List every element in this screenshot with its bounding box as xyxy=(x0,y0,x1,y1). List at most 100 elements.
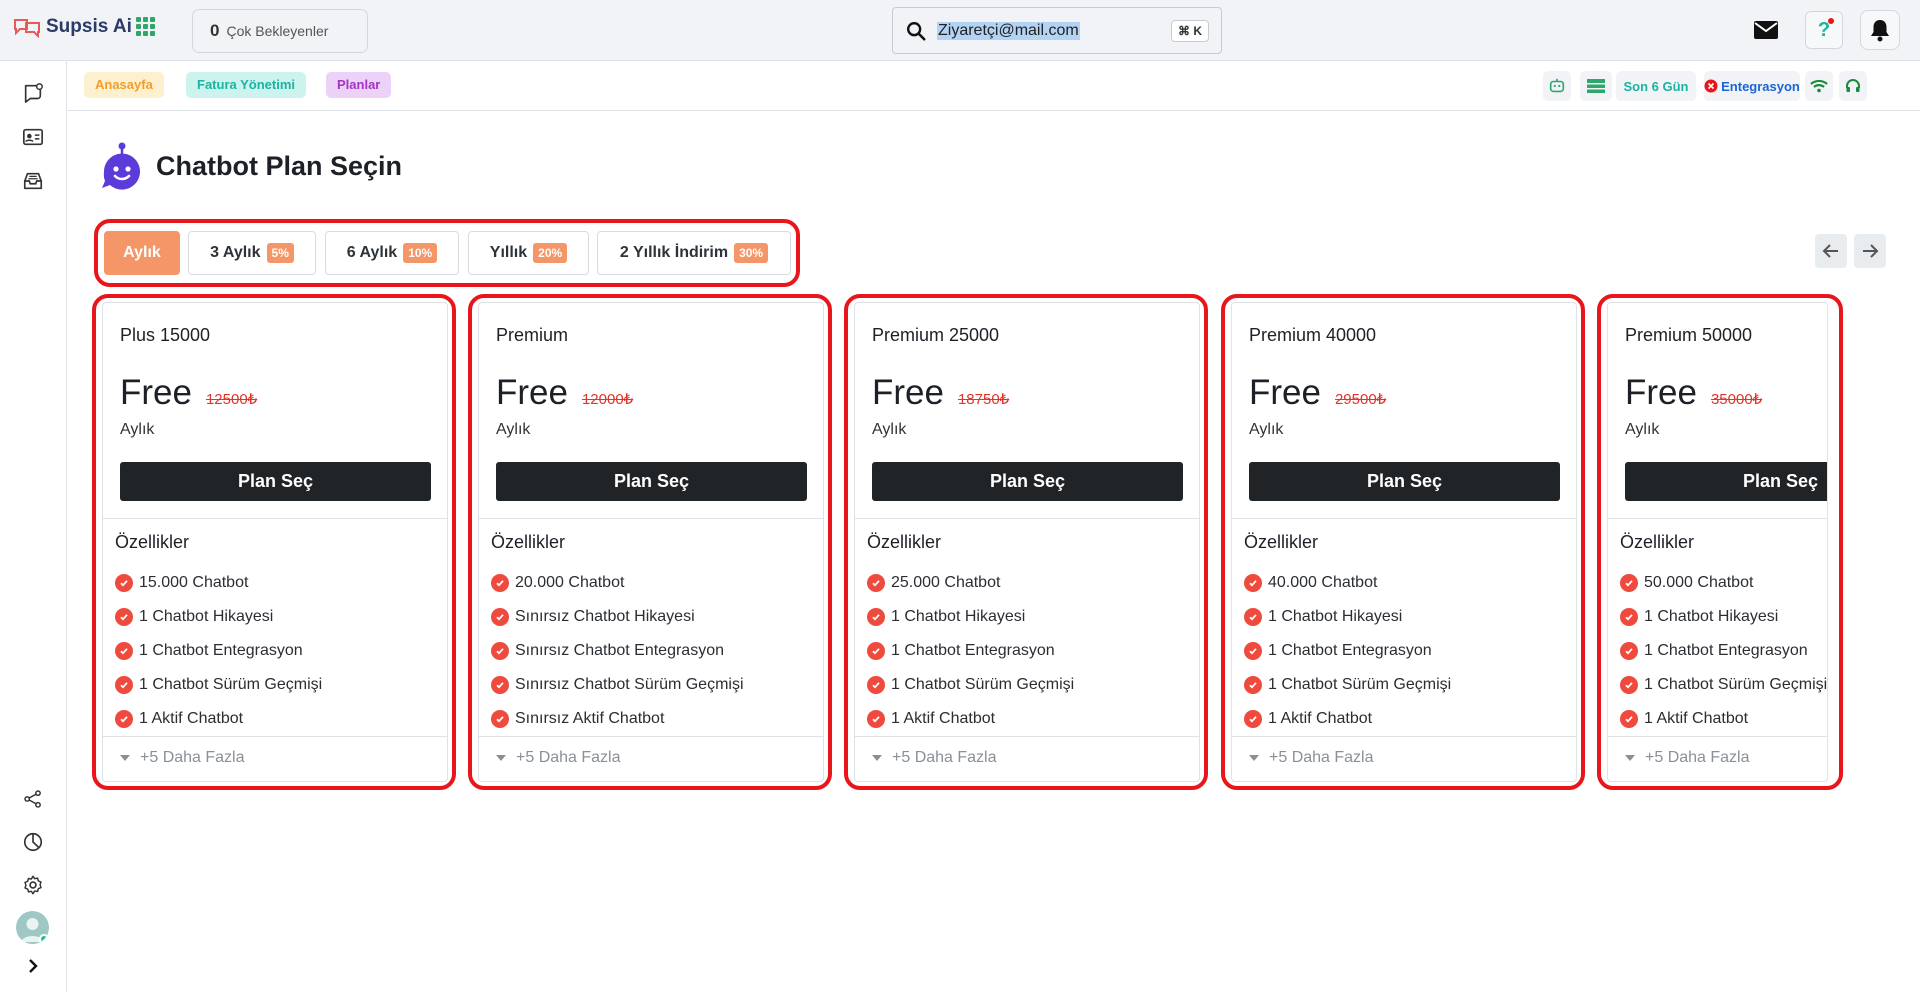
features-title: Özellikler xyxy=(1620,532,1695,552)
check-circle-icon xyxy=(115,608,133,626)
tab-3-months[interactable]: 3 Aylık 5% xyxy=(188,231,316,275)
tab-label: 3 Aylık xyxy=(210,244,261,261)
caret-down-icon xyxy=(496,755,506,761)
tab-2-years[interactable]: 2 Yıllık İndirim 30% xyxy=(597,231,791,275)
feature-text: 1 Chatbot Entegrasyon xyxy=(1268,642,1432,659)
avatar[interactable] xyxy=(16,911,49,944)
check-circle-icon xyxy=(1244,676,1262,694)
check-circle-icon xyxy=(1620,710,1638,728)
bot-status-icon[interactable] xyxy=(1543,71,1571,101)
select-plan-button[interactable]: Plan Seç xyxy=(872,462,1183,501)
chat-icon[interactable] xyxy=(20,80,46,106)
scroll-left-button[interactable] xyxy=(1815,234,1847,268)
pie-chart-icon[interactable] xyxy=(20,829,46,855)
plan-card: Premium 40000 Free 29500₺ Aylık Plan Seç Özel… xyxy=(1231,302,1577,782)
plan-name: Premium 25000 xyxy=(872,325,1000,345)
feature-item: 1 Chatbot Hikayesi xyxy=(115,600,322,634)
headset-icon[interactable] xyxy=(1839,71,1867,101)
show-more-button[interactable]: +5 Daha Fazla xyxy=(120,749,245,767)
check-circle-icon xyxy=(867,574,885,592)
breadcrumb-plans[interactable]: Planlar xyxy=(326,72,392,98)
apps-grid-icon[interactable] xyxy=(136,17,155,36)
expand-sidebar-icon[interactable] xyxy=(20,953,46,979)
scroll-right-button[interactable] xyxy=(1854,234,1886,268)
feature-item: Sınırsız Chatbot Entegrasyon xyxy=(491,634,744,668)
feature-text: 1 Aktif Chatbot xyxy=(891,710,996,727)
feature-text: 25.000 Chatbot xyxy=(891,574,1001,591)
divider xyxy=(1608,518,1827,519)
price-value: Free xyxy=(496,373,568,412)
integration-status[interactable]: Entegrasyon xyxy=(1704,71,1800,101)
show-more-button[interactable]: +5 Daha Fazla xyxy=(1625,749,1750,767)
help-button[interactable]: ? xyxy=(1805,11,1843,49)
pending-count: 0 xyxy=(210,21,220,40)
plan-price: Free 29500₺ xyxy=(1249,373,1386,413)
check-circle-icon xyxy=(115,676,133,694)
check-circle-icon xyxy=(491,608,509,626)
breadcrumb-billing[interactable]: Fatura Yönetimi xyxy=(186,72,307,98)
period-filter[interactable]: Son 6 Gün xyxy=(1616,71,1696,101)
select-plan-button[interactable]: Plan Seç xyxy=(1249,462,1560,501)
search-shortcut: ⌘ K xyxy=(1171,20,1209,42)
plan-card: Premium 25000 Free 18750₺ Aylık Plan Seç Özel… xyxy=(854,302,1200,782)
show-more-label: +5 Daha Fazla xyxy=(1645,749,1750,766)
check-circle-icon xyxy=(1620,642,1638,660)
inbox-icon[interactable] xyxy=(20,168,46,194)
feature-item: Sınırsız Chatbot Hikayesi xyxy=(491,600,744,634)
plan-card: Premium Free 12000₺ Aylık Plan Seç Özellikler… xyxy=(478,302,824,782)
list-icon[interactable] xyxy=(1580,71,1612,101)
plan-period: Aylık xyxy=(1249,421,1284,438)
price-value: Free xyxy=(1625,373,1697,412)
select-plan-button[interactable]: Plan Seç xyxy=(1625,462,1827,501)
feature-text: Sınırsız Chatbot Hikayesi xyxy=(515,608,695,625)
app-logo[interactable]: Supsis Ai xyxy=(12,16,132,38)
search-icon xyxy=(907,21,926,41)
breadcrumb-home[interactable]: Anasayfa xyxy=(84,72,164,98)
feature-item: 15.000 Chatbot xyxy=(115,566,322,600)
old-price: 35000₺ xyxy=(1710,391,1763,408)
tab-monthly[interactable]: Aylık xyxy=(104,231,180,275)
plan-period: Aylık xyxy=(1625,421,1660,438)
contact-card-icon[interactable] xyxy=(20,124,46,150)
discount-badge: 5% xyxy=(266,243,294,263)
chatbot-icon xyxy=(102,142,140,190)
bell-icon[interactable] xyxy=(1860,10,1900,50)
feature-text: Sınırsız Chatbot Entegrasyon xyxy=(515,642,724,659)
show-more-label: +5 Daha Fazla xyxy=(140,749,245,766)
caret-down-icon xyxy=(1249,755,1259,761)
mail-icon[interactable] xyxy=(1751,16,1781,44)
feature-text: Sınırsız Aktif Chatbot xyxy=(515,710,665,727)
feature-text: 1 Chatbot Sürüm Geçmişi xyxy=(1644,676,1828,693)
tab-yearly[interactable]: Yıllık 20% xyxy=(468,231,589,275)
plan-price: Free 12500₺ xyxy=(120,373,257,413)
check-circle-icon xyxy=(115,710,133,728)
feature-text: 1 Aktif Chatbot xyxy=(1644,710,1749,727)
search-input[interactable]: Ziyaretçi@mail.com ⌘ K xyxy=(892,7,1222,54)
caret-down-icon xyxy=(872,755,882,761)
share-icon[interactable] xyxy=(20,786,46,812)
feature-item: Sınırsız Aktif Chatbot xyxy=(491,702,744,736)
wifi-icon[interactable] xyxy=(1805,71,1833,101)
feature-item: 1 Chatbot Hikayesi xyxy=(1244,600,1451,634)
feature-text: 1 Chatbot Sürüm Geçmişi xyxy=(891,676,1075,693)
select-plan-button[interactable]: Plan Seç xyxy=(496,462,807,501)
show-more-button[interactable]: +5 Daha Fazla xyxy=(872,749,997,767)
check-circle-icon xyxy=(1620,608,1638,626)
price-value: Free xyxy=(120,373,192,412)
show-more-button[interactable]: +5 Daha Fazla xyxy=(1249,749,1374,767)
select-plan-button[interactable]: Plan Seç xyxy=(120,462,431,501)
pending-button[interactable]: 0 Çok Bekleyenler xyxy=(192,9,368,53)
tab-6-months[interactable]: 6 Aylık 10% xyxy=(325,231,459,275)
plan-price: Free 18750₺ xyxy=(872,373,1009,413)
feature-text: 1 Chatbot Hikayesi xyxy=(891,608,1026,625)
divider xyxy=(855,518,1199,519)
feature-text: Sınırsız Chatbot Sürüm Geçmişi xyxy=(515,676,744,693)
gear-icon[interactable] xyxy=(20,872,46,898)
period-label: Son 6 Gün xyxy=(1623,78,1689,94)
integration-label: Entegrasyon xyxy=(1721,78,1800,94)
feature-item: 1 Chatbot Entegrasyon xyxy=(1244,634,1451,668)
feature-text: 1 Chatbot Hikayesi xyxy=(1268,608,1403,625)
show-more-button[interactable]: +5 Daha Fazla xyxy=(496,749,621,767)
divider xyxy=(1608,736,1827,737)
feature-item: 25.000 Chatbot xyxy=(867,566,1074,600)
